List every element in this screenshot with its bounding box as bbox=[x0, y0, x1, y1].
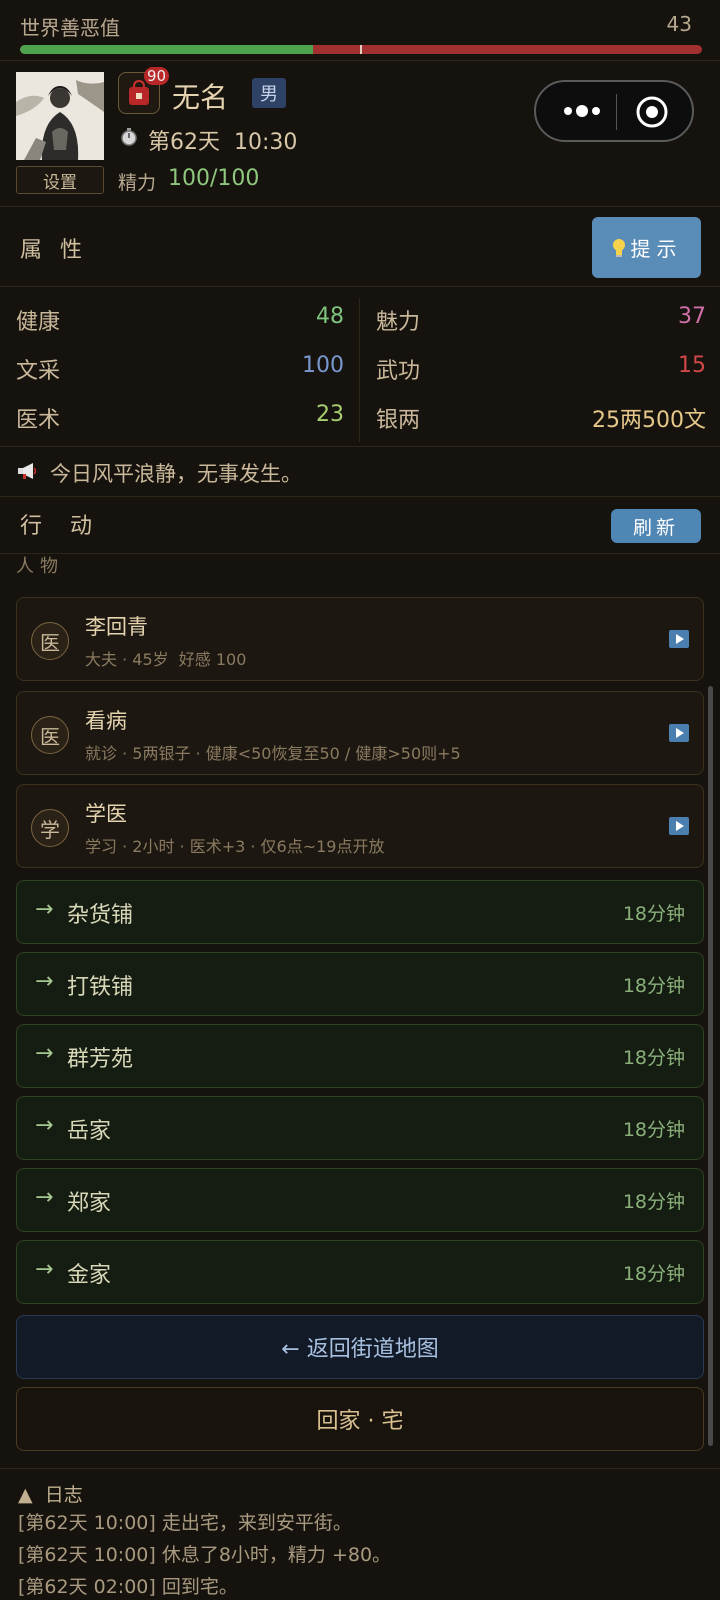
attr-value-silver: 25两500文 bbox=[592, 408, 706, 433]
divider bbox=[0, 553, 720, 554]
arrow-right-icon: → bbox=[35, 1185, 54, 1210]
destination-time: 18分钟 bbox=[622, 1119, 685, 1141]
destination-name: 岳家 bbox=[67, 1119, 112, 1144]
karma-midpoint-tick bbox=[360, 45, 362, 54]
lightbulb-icon bbox=[612, 238, 625, 257]
divider bbox=[0, 206, 720, 207]
go-home-button[interactable]: 回家 · 宅 bbox=[16, 1387, 704, 1451]
destination-button[interactable]: → 群芳苑 18分钟 bbox=[16, 1024, 704, 1088]
close-miniprogram-icon[interactable] bbox=[632, 94, 672, 130]
play-icon bbox=[669, 817, 689, 835]
attr-value-charm: 37 bbox=[678, 304, 706, 329]
log-line: [第62天 02:00] 回到宅。 bbox=[18, 1576, 238, 1598]
karma-label: 世界善恶值 bbox=[20, 16, 120, 40]
attr-label-health: 健康 bbox=[16, 310, 61, 335]
settings-button[interactable]: 设置 bbox=[16, 166, 104, 194]
refresh-button[interactable]: 刷新 bbox=[611, 509, 701, 543]
attr-label-medicine: 医术 bbox=[16, 408, 61, 433]
attr-label-charm: 魅力 bbox=[376, 310, 421, 335]
back-to-street-map-button[interactable]: ← 返回街道地图 bbox=[16, 1315, 704, 1379]
card-subtitle: 就诊 · 5两银子 · 健康<50恢复至50 / 健康>50则+5 bbox=[85, 744, 461, 763]
day-time: 第62天 10:30 bbox=[148, 130, 298, 155]
destination-name: 群芳苑 bbox=[67, 1047, 134, 1072]
attributes-title: 属性 bbox=[20, 238, 101, 263]
gender-badge: 男 bbox=[252, 78, 286, 108]
attr-value-health: 48 bbox=[316, 304, 344, 329]
attributes-column-divider bbox=[359, 298, 360, 442]
character-card[interactable]: 医 李回青 大夫 · 45岁 好感 100 bbox=[16, 597, 704, 681]
capsule-divider bbox=[616, 94, 617, 130]
attr-label-silver: 银两 bbox=[376, 408, 421, 433]
card-title: 李回青 bbox=[85, 615, 148, 639]
attr-value-literary: 100 bbox=[302, 353, 344, 378]
player-name: 无名 bbox=[172, 81, 229, 114]
destination-time: 18分钟 bbox=[622, 975, 685, 997]
portrait-image bbox=[16, 72, 104, 160]
karma-value: 43 bbox=[666, 12, 692, 36]
card-title: 学医 bbox=[85, 802, 127, 826]
divider bbox=[0, 60, 720, 61]
destination-time: 18分钟 bbox=[622, 1047, 685, 1069]
destination-time: 18分钟 bbox=[622, 1191, 685, 1213]
actions-title: 行动 bbox=[20, 514, 121, 539]
attr-value-martial: 15 bbox=[678, 353, 706, 378]
attr-label-martial: 武功 bbox=[376, 359, 421, 384]
card-subtitle: 学习 · 2小时 · 医术+3 · 仅6点~19点开放 bbox=[85, 837, 385, 856]
destination-time: 18分钟 bbox=[622, 1263, 685, 1285]
card-subtitle: 大夫 · 45岁 好感 100 bbox=[85, 650, 247, 669]
action-card[interactable]: 学 学医 学习 · 2小时 · 医术+3 · 仅6点~19点开放 bbox=[16, 784, 704, 868]
divider bbox=[0, 286, 720, 287]
destination-button[interactable]: → 岳家 18分钟 bbox=[16, 1096, 704, 1160]
stamina-label: 精力 bbox=[118, 172, 157, 194]
destination-button[interactable]: → 郑家 18分钟 bbox=[16, 1168, 704, 1232]
destination-button[interactable]: → 杂货铺 18分钟 bbox=[16, 880, 704, 944]
arrow-right-icon: → bbox=[35, 1257, 54, 1282]
card-badge: 医 bbox=[31, 716, 69, 754]
bag-count-badge: 90 bbox=[144, 67, 170, 85]
play-icon bbox=[669, 630, 689, 648]
log-line: [第62天 10:00] 休息了8小时，精力 +80。 bbox=[18, 1544, 392, 1566]
play-icon bbox=[669, 724, 689, 742]
card-badge: 学 bbox=[31, 809, 69, 847]
section-label-people: 人物 bbox=[16, 556, 64, 577]
hint-label: 提示 bbox=[630, 237, 683, 261]
arrow-right-icon: → bbox=[35, 897, 54, 922]
attr-label-literary: 文采 bbox=[16, 359, 61, 384]
action-card[interactable]: 医 看病 就诊 · 5两银子 · 健康<50恢复至50 / 健康>50则+5 bbox=[16, 691, 704, 775]
stamina-value: 100/100 bbox=[168, 166, 260, 191]
scrollbar[interactable] bbox=[708, 686, 713, 1446]
card-title: 看病 bbox=[85, 709, 127, 733]
karma-good-fill bbox=[20, 45, 314, 54]
divider bbox=[0, 1468, 720, 1469]
player-portrait[interactable] bbox=[16, 72, 104, 160]
log-line: [第62天 10:00] 走出宅，来到安平街。 bbox=[18, 1512, 352, 1534]
destination-time: 18分钟 bbox=[622, 903, 685, 925]
karma-bar bbox=[20, 45, 702, 54]
stopwatch-icon bbox=[121, 128, 137, 146]
destination-name: 打铁铺 bbox=[67, 975, 134, 1000]
arrow-right-icon: → bbox=[35, 969, 54, 994]
megaphone-icon bbox=[18, 463, 37, 479]
destination-name: 杂货铺 bbox=[67, 903, 134, 928]
divider bbox=[0, 446, 720, 447]
arrow-right-icon: → bbox=[35, 1113, 54, 1138]
destination-name: 金家 bbox=[67, 1263, 112, 1288]
log-toggle[interactable]: ▲ 日志 bbox=[18, 1480, 83, 1507]
miniprogram-capsule bbox=[534, 80, 694, 142]
destination-button[interactable]: → 打铁铺 18分钟 bbox=[16, 952, 704, 1016]
more-icon[interactable] bbox=[554, 98, 610, 124]
news-text: 今日风平浪静，无事发生。 bbox=[50, 462, 302, 486]
card-badge: 医 bbox=[31, 622, 69, 660]
hint-button[interactable]: 提示 bbox=[592, 217, 701, 278]
attr-value-medicine: 23 bbox=[316, 402, 344, 427]
arrow-right-icon: → bbox=[35, 1041, 54, 1066]
destination-name: 郑家 bbox=[67, 1191, 112, 1216]
destination-button[interactable]: → 金家 18分钟 bbox=[16, 1240, 704, 1304]
divider bbox=[0, 496, 720, 497]
